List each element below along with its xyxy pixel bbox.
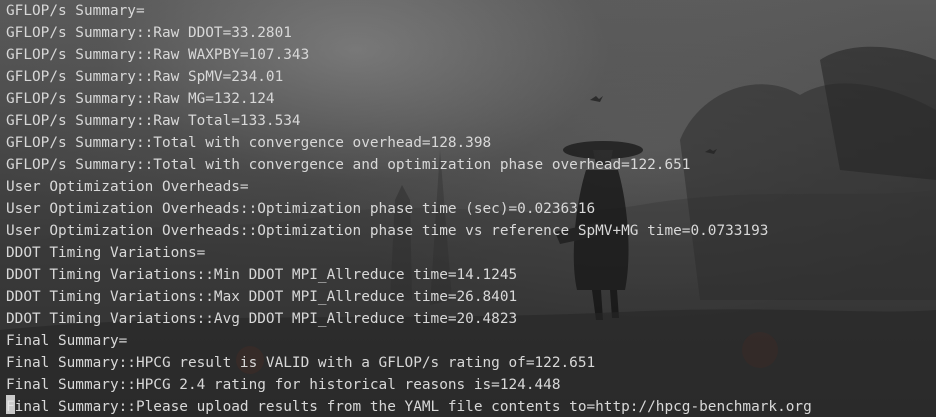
terminal-line: User Optimization Overheads=: [6, 179, 249, 195]
terminal-window[interactable]: GFLOP/s Summary=GFLOP/s Summary::Raw DDO…: [0, 0, 936, 417]
terminal-line: User Optimization Overheads::Optimizatio…: [6, 223, 769, 239]
terminal-output: GFLOP/s Summary=GFLOP/s Summary::Raw DDO…: [6, 0, 812, 417]
terminal-line: Final Summary=: [6, 333, 128, 349]
terminal-line: DDOT Timing Variations::Min DDOT MPI_All…: [6, 267, 518, 283]
terminal-line: GFLOP/s Summary::Raw DDOT=33.2801: [6, 25, 292, 41]
terminal-line: GFLOP/s Summary::Raw Total=133.534: [6, 113, 301, 129]
terminal-line: GFLOP/s Summary::Raw WAXPBY=107.343: [6, 47, 310, 63]
terminal-line: Final Summary::Please upload results fro…: [6, 399, 812, 415]
background-trees: [820, 46, 936, 181]
terminal-cursor: [6, 395, 15, 414]
terminal-line: GFLOP/s Summary::Total with convergence …: [6, 135, 492, 151]
terminal-line: User Optimization Overheads::Optimizatio…: [6, 201, 596, 217]
terminal-line: Final Summary::HPCG 2.4 rating for histo…: [6, 377, 561, 393]
terminal-line: Final Summary::HPCG result is VALID with…: [6, 355, 596, 371]
terminal-line: GFLOP/s Summary::Total with convergence …: [6, 157, 691, 173]
terminal-line: GFLOP/s Summary::Raw SpMV=234.01: [6, 69, 284, 85]
terminal-line: GFLOP/s Summary=: [6, 3, 145, 19]
terminal-line: DDOT Timing Variations::Max DDOT MPI_All…: [6, 289, 518, 305]
terminal-line: DDOT Timing Variations=: [6, 245, 206, 261]
terminal-line: GFLOP/s Summary::Raw MG=132.124: [6, 91, 275, 107]
terminal-line: DDOT Timing Variations::Avg DDOT MPI_All…: [6, 311, 518, 327]
